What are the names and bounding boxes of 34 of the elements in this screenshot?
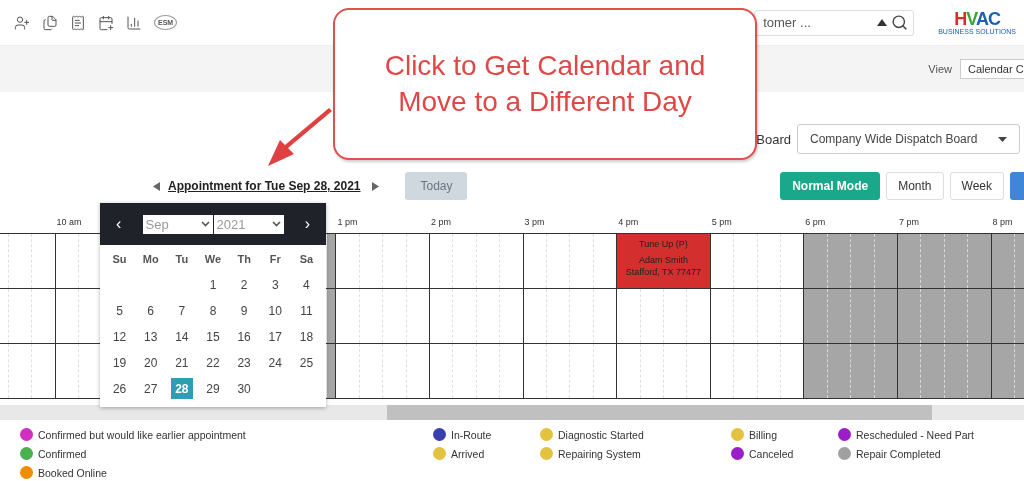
status-label: Confirmed but would like earlier appointment [38, 428, 246, 441]
status-label: Confirmed [38, 447, 87, 460]
customer-name: Adam Smith [638, 254, 688, 266]
callout-text: Click to Get Calendar and Move to a Different Day [383, 49, 707, 119]
hour-label: 6 pm [805, 216, 826, 227]
weekday-label: Su [112, 252, 127, 267]
hour-label: 8 pm [992, 216, 1013, 227]
hour-label: 10 am [56, 216, 82, 227]
view-label: View [928, 63, 952, 75]
weekday-label: We [204, 252, 222, 267]
weekday-label: Sa [299, 252, 314, 267]
appointment-title: Tune Up (P) [639, 238, 688, 250]
status-label: Booked Online [38, 466, 107, 479]
weekday-label: Tu [175, 252, 189, 267]
logo-text: HVAC [954, 10, 1000, 28]
weekday-label: Fr [269, 252, 281, 267]
status-label: Canceled [749, 447, 794, 460]
status-label: Rescheduled - Need Part [856, 428, 974, 441]
customer-address: Stafford, TX 77477 [625, 266, 702, 278]
hour-label: 5 pm [711, 216, 732, 227]
status-label: In-Route [451, 428, 492, 441]
hour-label: 7 pm [898, 216, 919, 227]
weekday-label: Th [237, 252, 251, 267]
hour-label: 1 pm [337, 216, 358, 227]
status-label: Repairing System [558, 447, 641, 460]
board-label: Board [756, 131, 791, 147]
status-label: Billing [749, 428, 777, 441]
hour-label: 2 pm [430, 216, 451, 227]
hour-label: 4 pm [618, 216, 639, 227]
hour-label: 3 pm [524, 216, 545, 227]
status-label: Repair Completed [856, 447, 941, 460]
status-label: Arrived [451, 447, 485, 460]
status-label: Diagnostic Started [558, 428, 644, 441]
weekday-label: Mo [142, 252, 159, 267]
